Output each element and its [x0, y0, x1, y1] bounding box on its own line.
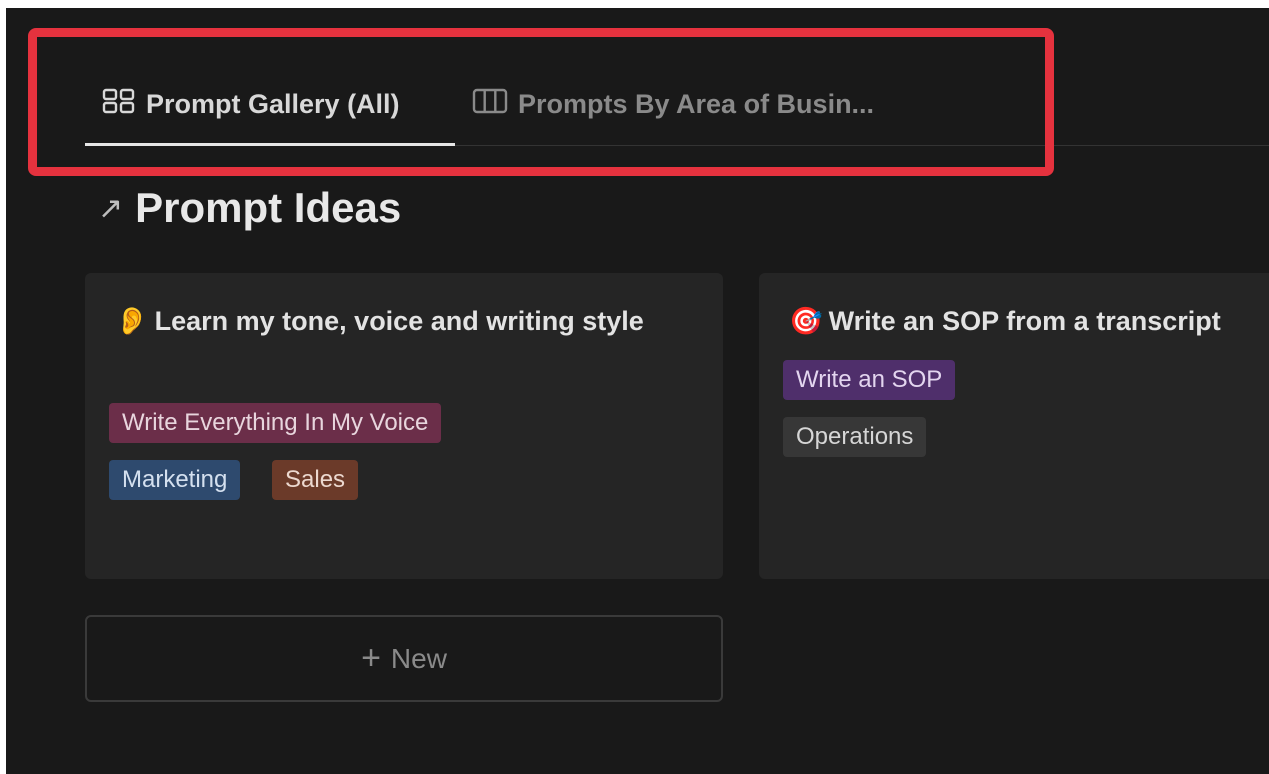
- tab-prompts-by-area[interactable]: Prompts By Area of Busin...: [472, 84, 874, 124]
- tag-write-everything: Write Everything In My Voice: [109, 403, 442, 443]
- notion-database-view: Prompt Gallery (All) Prompts By Area of …: [6, 8, 1269, 774]
- tag-marketing: Marketing: [109, 460, 241, 500]
- board-columns-icon: [472, 88, 508, 121]
- arrow-up-right-icon: ↗: [98, 191, 124, 225]
- tabs-divider: [455, 145, 1269, 146]
- gallery-card[interactable]: 🎯 Write an SOP from a transcript Write a…: [759, 273, 1269, 579]
- new-page-button[interactable]: + New: [85, 615, 723, 702]
- section-heading[interactable]: ↗ Prompt Ideas: [98, 180, 401, 236]
- view-tabs: Prompt Gallery (All) Prompts By Area of …: [6, 8, 1269, 148]
- target-icon: 🎯: [789, 306, 823, 336]
- tab-prompt-gallery[interactable]: Prompt Gallery (All): [102, 84, 400, 124]
- tab-label: Prompt Gallery (All): [146, 88, 400, 119]
- tag-write-an-sop: Write an SOP: [783, 360, 956, 400]
- tab-label: Prompts By Area of Busin...: [518, 88, 875, 119]
- active-tab-indicator: [85, 143, 455, 146]
- tag-operations: Operations: [783, 417, 927, 457]
- ear-icon: 👂: [115, 306, 149, 336]
- gallery-grid-icon: [102, 88, 136, 121]
- card-title: 🎯 Write an SOP from a transcript: [789, 298, 1221, 344]
- card-title: 👂 Learn my tone, voice and writing style: [115, 298, 645, 344]
- new-button-label: New: [390, 642, 447, 674]
- gallery-card[interactable]: 👂 Learn my tone, voice and writing style…: [85, 273, 723, 579]
- tag-sales: Sales: [272, 460, 359, 500]
- plus-icon: +: [361, 639, 381, 677]
- card-title-text: Write an SOP from a transcript: [828, 306, 1221, 336]
- card-title-text: Learn my tone, voice and writing style: [154, 306, 644, 336]
- section-title: Prompt Ideas: [135, 184, 402, 231]
